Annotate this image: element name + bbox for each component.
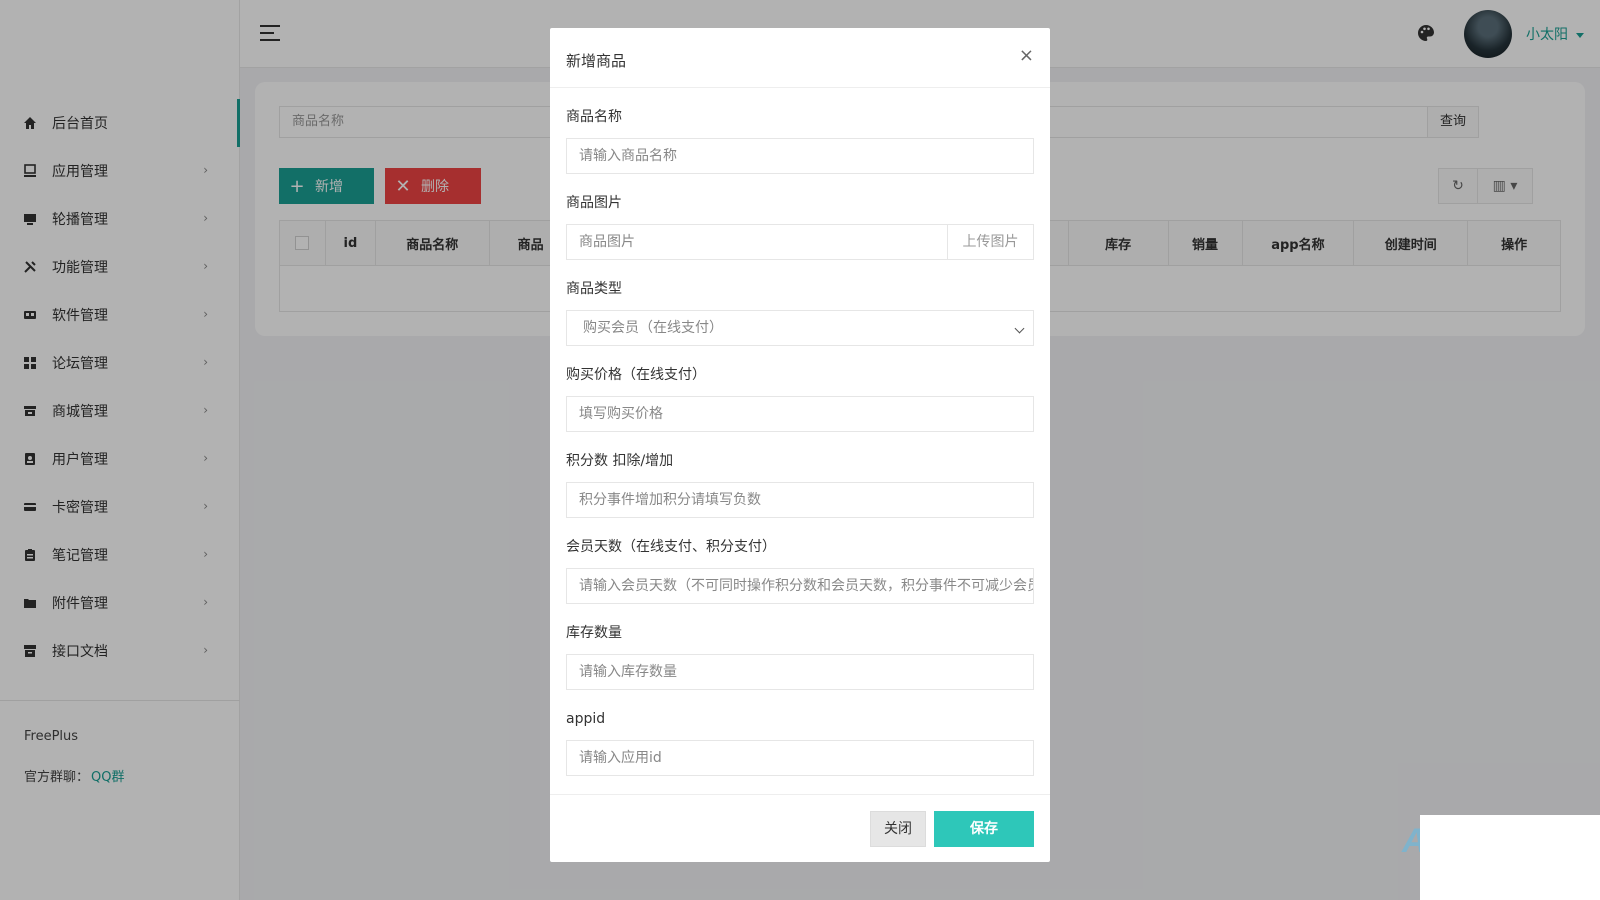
product-image-placeholder: 商品图片: [579, 234, 635, 250]
price-input[interactable]: 填写购买价格: [566, 396, 1034, 432]
field-label: 积分数 扣除/增加: [566, 453, 674, 469]
field-label: 购买价格（在线支付）: [566, 367, 706, 383]
field-label: appid: [566, 711, 606, 727]
product-type-value: 购买会员（在线支付）: [583, 320, 723, 336]
appid-input[interactable]: 请输入应用id: [566, 740, 1034, 776]
stock-input[interactable]: 请输入库存数量: [566, 654, 1034, 690]
save-button[interactable]: 保存: [934, 811, 1034, 847]
close-button[interactable]: 关闭: [870, 811, 926, 847]
product-name-input[interactable]: 请输入商品名称: [566, 138, 1034, 174]
modal-footer: 关闭 保存: [550, 794, 1050, 862]
corner-panel: [1420, 815, 1600, 900]
add-product-modal: 新增商品 × 商品名称 请输入商品名称 商品图片 商品图片 上传图片 商品类型 …: [550, 28, 1050, 862]
modal-title: 新增商品: [566, 52, 627, 70]
field-label: 会员天数（在线支付、积分支付）: [566, 539, 776, 555]
field-label: 商品类型: [566, 281, 622, 297]
points-input[interactable]: 积分事件增加积分请填写负数: [566, 482, 1034, 518]
modal-body: 商品名称 请输入商品名称 商品图片 商品图片 上传图片 商品类型 购买会员（在线…: [550, 88, 1050, 776]
upload-image-button[interactable]: 上传图片: [947, 225, 1033, 259]
field-label: 库存数量: [566, 625, 622, 641]
product-type-select[interactable]: 购买会员（在线支付）: [566, 310, 1034, 346]
field-label: 商品名称: [566, 109, 622, 125]
field-label: 商品图片: [566, 195, 622, 211]
product-image-input[interactable]: 商品图片 上传图片: [566, 224, 1034, 260]
chevron-down-icon: [1014, 323, 1025, 334]
vip-days-input[interactable]: 请输入会员天数（不可同时操作积分数和会员天数，积分事件不可减少会员天数）: [566, 568, 1034, 604]
close-icon[interactable]: ×: [1019, 45, 1034, 66]
modal-header: 新增商品 ×: [550, 28, 1050, 88]
